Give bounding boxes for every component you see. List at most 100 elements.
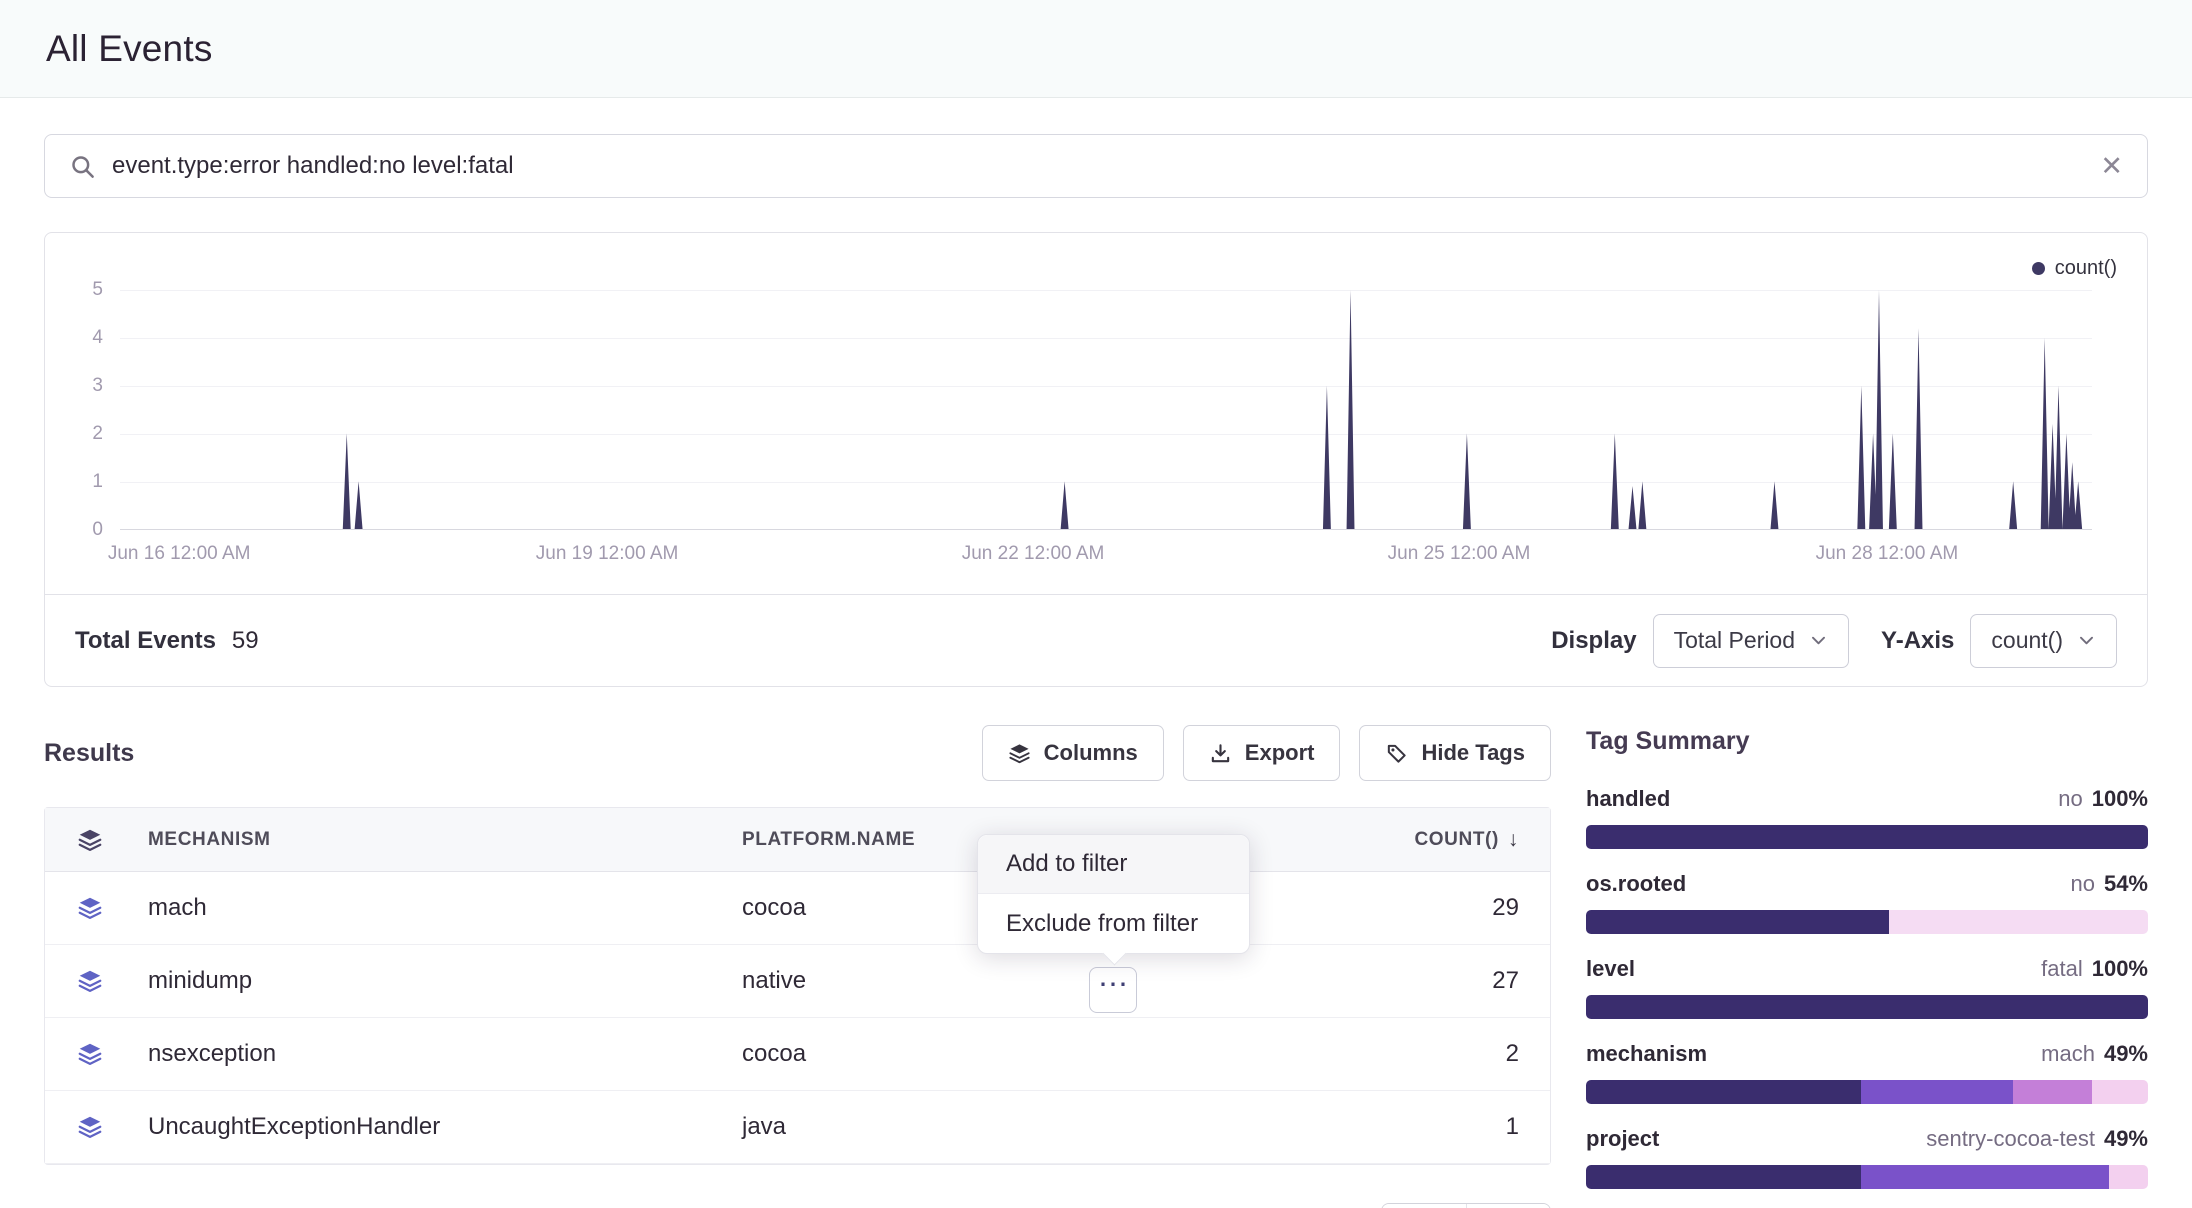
chart-plot [120, 290, 2092, 530]
tag-name: project [1586, 1126, 1659, 1152]
table-header-layers-icon [45, 827, 135, 853]
results-main: Results Columns Export Hide Tags [44, 725, 1551, 1208]
y-axis-dropdown[interactable]: count() [1970, 614, 2117, 668]
tag-top-value: sentry-cocoa-test [1926, 1126, 2095, 1152]
results-table: MECHANISM PLATFORM.NAME COUNT() ↓ mach c… [44, 807, 1551, 1165]
download-icon [1209, 742, 1232, 765]
tag-block-project: project sentry-cocoa-test 49% [1586, 1126, 2148, 1189]
layers-icon [77, 1114, 103, 1140]
tag-bar-segment [1586, 1165, 1861, 1189]
cell-actions-button[interactable]: ⋯ [1089, 967, 1137, 1013]
tag-name: handled [1586, 786, 1670, 812]
layers-icon [1008, 742, 1031, 765]
table-row: UncaughtExceptionHandler java 1 [45, 1091, 1550, 1164]
cell-mechanism: nsexception [135, 1040, 729, 1068]
pagination [1381, 1203, 1551, 1208]
tag-distribution-bar [1586, 910, 2148, 934]
hide-tags-button-label: Hide Tags [1421, 740, 1525, 766]
x-tick-label: Jun 19 12:00 AM [536, 543, 679, 565]
cell-platform: native [729, 967, 1300, 995]
tag-top-percent: 100% [2092, 956, 2148, 982]
row-layers-icon [45, 1114, 135, 1140]
tag-block-level: level fatal 100% [1586, 956, 2148, 1019]
tag-distribution-bar [1586, 1080, 2148, 1104]
menu-item-add-to-filter[interactable]: Add to filter [978, 835, 1249, 894]
table-header-row: MECHANISM PLATFORM.NAME COUNT() ↓ [45, 808, 1550, 872]
page-title: All Events [46, 28, 213, 70]
tag-bar-segment [1861, 1165, 2108, 1189]
search-icon [69, 153, 96, 180]
results-section: Results Columns Export Hide Tags [44, 725, 2148, 1208]
tag-block-os-rooted: os.rooted no 54% [1586, 871, 2148, 934]
y-tick-label: 4 [45, 327, 107, 349]
display-dropdown[interactable]: Total Period [1653, 614, 1849, 668]
search-bar: ✕ [44, 134, 2148, 198]
results-header: Results Columns Export Hide Tags [44, 725, 1551, 781]
x-tick-label: Jun 16 12:00 AM [108, 543, 251, 565]
y-axis-label: Y-Axis [1881, 627, 1954, 655]
cell-count: 2 [1300, 1040, 1550, 1068]
previous-page-button[interactable] [1382, 1204, 1467, 1208]
cell-platform: java [729, 1113, 1300, 1141]
table-row: minidump native 27 [45, 945, 1550, 1018]
y-tick-label: 1 [45, 471, 107, 493]
x-tick-label: Jun 28 12:00 AM [1816, 543, 1959, 565]
all-events-page: All Events ✕ count() 5 4 3 2 1 0 [0, 0, 2192, 1208]
hide-tags-button[interactable]: Hide Tags [1359, 725, 1551, 781]
count-header-label: COUNT() [1414, 829, 1498, 851]
cell-mechanism: minidump [135, 967, 729, 995]
layers-icon [77, 895, 103, 921]
y-tick-label: 0 [45, 519, 107, 541]
tag-block-mechanism: mechanism mach 49% [1586, 1041, 2148, 1104]
x-tick-label: Jun 25 12:00 AM [1388, 543, 1531, 565]
tag-distribution-bar [1586, 995, 2148, 1019]
tag-icon [1385, 742, 1408, 765]
search-input[interactable] [112, 152, 2084, 180]
tag-bar-segment [1586, 825, 2148, 849]
tag-name: os.rooted [1586, 871, 1686, 897]
row-layers-icon [45, 968, 135, 994]
tag-top-value: fatal [2041, 956, 2083, 982]
columns-button[interactable]: Columns [982, 725, 1164, 781]
cell-platform: cocoa [729, 1040, 1300, 1068]
column-header-mechanism[interactable]: MECHANISM [135, 829, 729, 851]
total-events-label: Total Events [75, 627, 216, 655]
layers-icon [77, 1041, 103, 1067]
y-tick-label: 3 [45, 375, 107, 397]
cell-mechanism: UncaughtExceptionHandler [135, 1113, 729, 1141]
chart-footer: Total Events 59 Display Total Period Y-A… [45, 594, 2147, 686]
page-content: ✕ count() 5 4 3 2 1 0 Jun 16 [0, 134, 2192, 1208]
tag-block-handled: handled no 100% [1586, 786, 2148, 849]
total-events-value: 59 [232, 627, 259, 655]
legend-label: count() [2055, 257, 2117, 280]
y-tick-label: 5 [45, 279, 107, 301]
tag-top-value: mach [2041, 1041, 2095, 1067]
tag-top-percent: 49% [2104, 1041, 2148, 1067]
x-tick-label: Jun 22 12:00 AM [962, 543, 1105, 565]
layers-icon [77, 827, 103, 853]
sort-descending-icon: ↓ [1508, 828, 1519, 852]
export-button[interactable]: Export [1183, 725, 1341, 781]
table-row: mach cocoa 29 [45, 872, 1550, 945]
tag-top-percent: 49% [2104, 1126, 2148, 1152]
y-tick-label: 2 [45, 423, 107, 445]
page-header: All Events [0, 0, 2192, 98]
tag-bar-segment [1586, 1080, 1861, 1104]
next-page-button[interactable] [1467, 1204, 1551, 1208]
display-dropdown-value: Total Period [1674, 627, 1795, 654]
tag-top-value: no [2058, 786, 2082, 812]
cell-mechanism: mach [135, 894, 729, 922]
tag-top-value: no [2070, 871, 2094, 897]
tag-top-percent: 100% [2092, 786, 2148, 812]
export-button-label: Export [1245, 740, 1315, 766]
tag-bar-segment [1586, 995, 2148, 1019]
clear-search-button[interactable]: ✕ [2100, 153, 2123, 180]
tag-bar-segment [2109, 1165, 2148, 1189]
spike-series [120, 290, 2092, 529]
cell-count: 29 [1300, 894, 1550, 922]
chevron-down-icon [2077, 631, 2096, 650]
tag-bar-segment [1889, 910, 2148, 934]
tag-bar-segment [1861, 1080, 2013, 1104]
columns-button-label: Columns [1044, 740, 1138, 766]
column-header-count[interactable]: COUNT() ↓ [1300, 828, 1550, 852]
